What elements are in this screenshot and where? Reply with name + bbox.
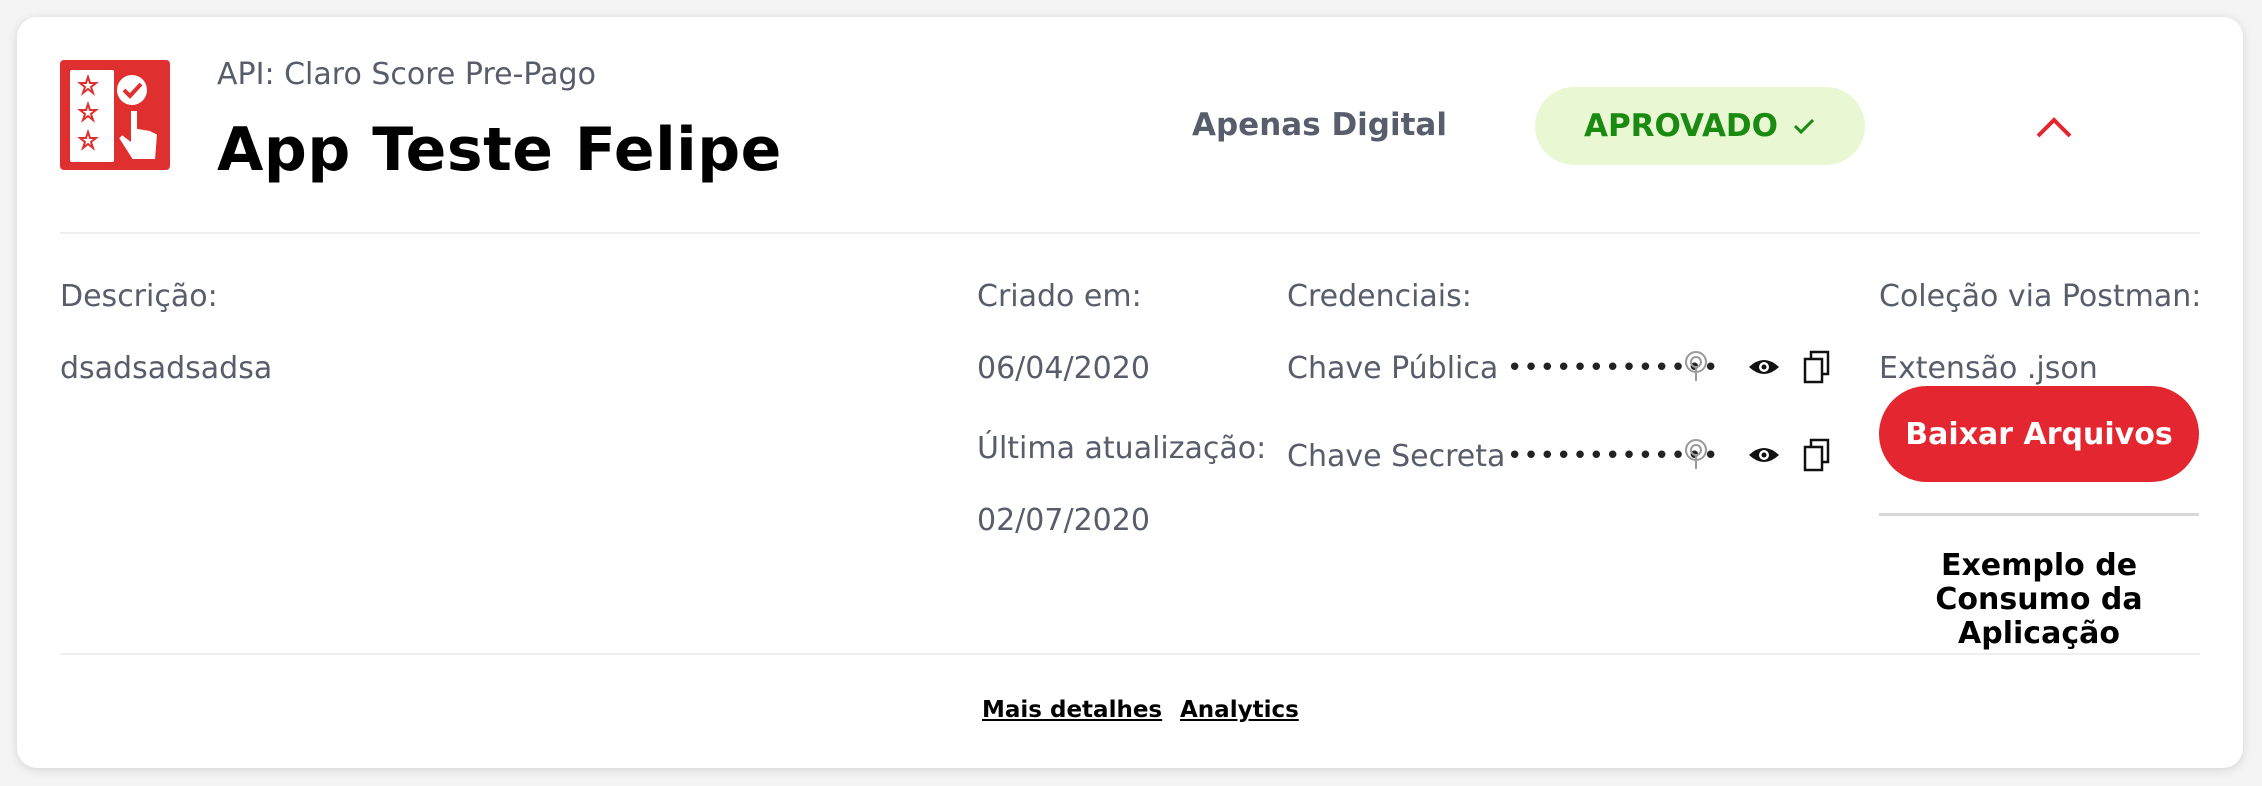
created-label: Criado em: <box>977 279 1142 314</box>
status-text: APROVADO <box>1583 108 1779 144</box>
copy-icon[interactable] <box>1802 349 1832 385</box>
updated-label: Última atualização: <box>977 431 1267 466</box>
fingerprint-icon <box>1685 351 1707 381</box>
eye-icon[interactable] <box>1747 443 1781 467</box>
checkmark-icon <box>1793 118 1815 135</box>
download-files-button[interactable]: Baixar Arquivos <box>1879 386 2199 482</box>
analytics-link[interactable]: Analytics <box>1180 697 1299 723</box>
channel-label: Apenas Digital <box>1192 107 1447 143</box>
copy-icon[interactable] <box>1802 437 1832 473</box>
extension-label: Extensão .json <box>1879 351 2098 386</box>
eye-icon[interactable] <box>1747 355 1781 379</box>
status-badge: APROVADO <box>1535 87 1865 165</box>
chevron-up-icon[interactable] <box>2032 112 2076 142</box>
app-title: App Teste Felipe <box>217 115 782 185</box>
credentials-label: Credenciais: <box>1287 279 1472 314</box>
postman-label: Coleção via Postman: <box>1879 279 2202 314</box>
example-consumption-link[interactable]: Exemplo de Consumo da Aplicação <box>1879 549 2199 651</box>
more-details-link[interactable]: Mais detalhes <box>982 697 1162 723</box>
description-value: dsadsadsadsa <box>60 351 273 386</box>
secret-key-label: Chave Secreta <box>1287 439 1506 474</box>
application-card: API: Claro Score Pre-Pago App Teste Feli… <box>17 17 2243 768</box>
app-rating-icon <box>60 60 170 170</box>
updated-value: 02/07/2020 <box>977 503 1150 538</box>
description-label: Descrição: <box>60 279 218 314</box>
created-value: 06/04/2020 <box>977 351 1150 386</box>
footer-divider <box>60 653 2200 655</box>
header-divider <box>60 232 2200 234</box>
api-name: API: Claro Score Pre-Pago <box>217 57 596 92</box>
public-key-label: Chave Pública <box>1287 351 1499 386</box>
fingerprint-icon <box>1685 439 1707 469</box>
postman-divider <box>1879 513 2199 516</box>
